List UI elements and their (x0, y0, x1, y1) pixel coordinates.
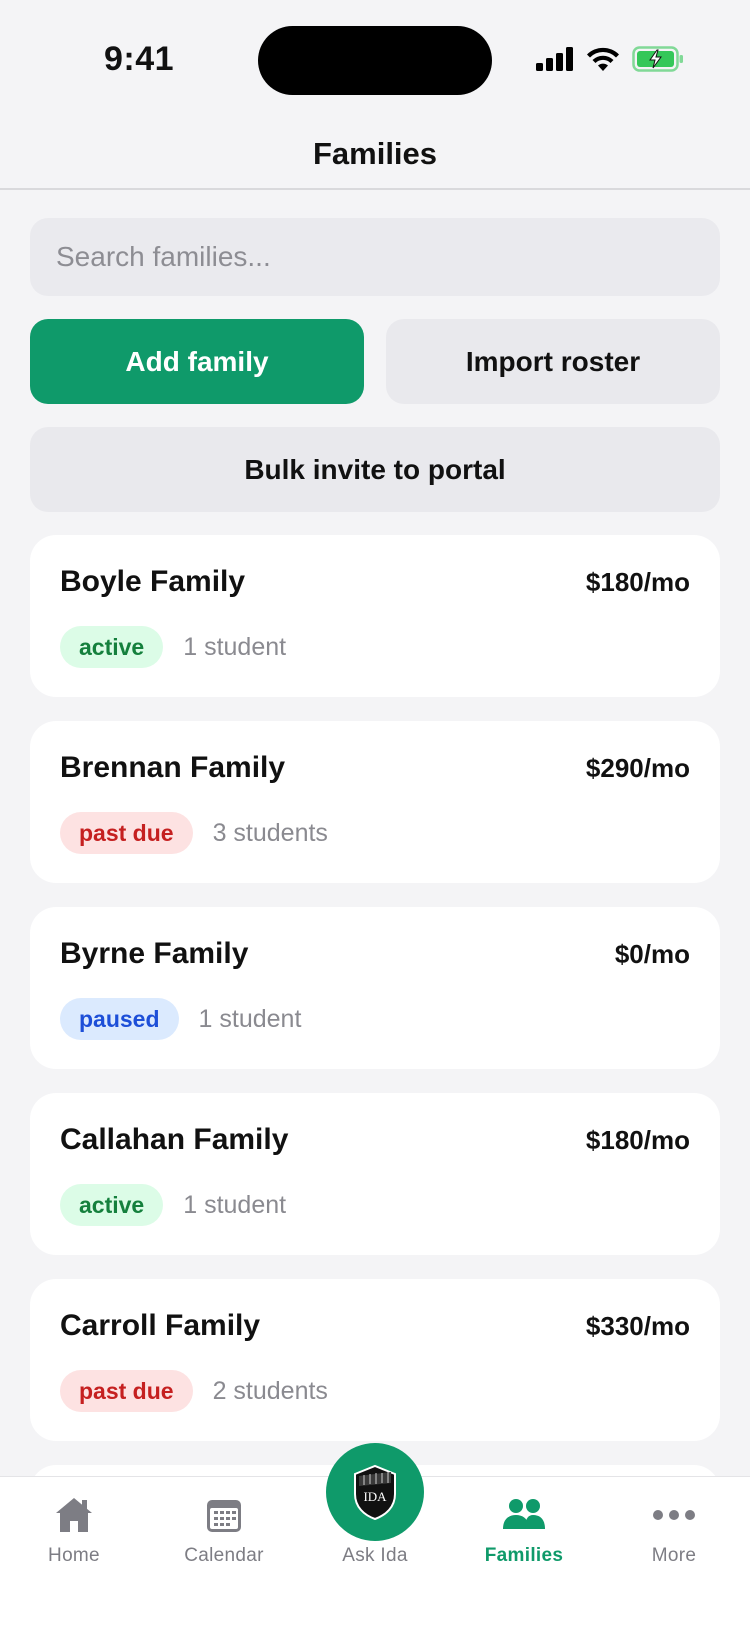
tab-families[interactable]: Families (464, 1493, 584, 1567)
family-price: $290/mo (585, 753, 690, 783)
status-badge: paused (60, 998, 179, 1040)
family-card[interactable]: Carroll Family $330/mo past due 2 studen… (30, 1279, 720, 1441)
student-count: 1 student (183, 632, 287, 661)
tab-label: Home (48, 1545, 100, 1566)
tab-label: More (651, 1545, 697, 1566)
student-count: 3 students (212, 818, 328, 847)
people-icon (503, 1499, 545, 1529)
bulk-invite-button[interactable]: Bulk invite to portal (30, 427, 720, 512)
cellular-signal-icon (536, 47, 573, 71)
search-input[interactable] (30, 218, 720, 296)
family-card[interactable]: Byrne Family $0/mo paused 1 student (30, 907, 720, 1069)
status-icons (536, 44, 684, 74)
tab-more[interactable]: More (614, 1493, 734, 1567)
tab-calendar[interactable]: Calendar (164, 1493, 284, 1567)
family-meta: past due 3 students (60, 812, 328, 854)
families-screen: 9:41 Families Search families... Add fam… (0, 0, 750, 1630)
ida-shield-logo: IDA (354, 1464, 396, 1520)
family-price: $180/mo (585, 1125, 690, 1155)
status-badge: active (60, 626, 164, 668)
tab-label: Calendar (184, 1545, 264, 1566)
dynamic-island (258, 26, 492, 95)
home-icon (56, 1498, 92, 1532)
family-meta: active 1 student (60, 1184, 286, 1226)
tab-ask-ida-label: Ask Ida (342, 1545, 408, 1566)
status-badge: past due (60, 1370, 193, 1412)
family-card[interactable]: Callahan Family $180/mo active 1 student (30, 1093, 720, 1255)
family-card[interactable]: Brennan Family $290/mo past due 3 studen… (30, 721, 720, 883)
ask-ida-button[interactable]: IDA (326, 1443, 424, 1541)
more-icon (653, 1510, 695, 1520)
status-badge: active (60, 1184, 164, 1226)
tab-home[interactable]: Home (14, 1493, 134, 1567)
student-count: 2 students (212, 1376, 328, 1405)
battery-charging-icon (632, 46, 683, 72)
status-time: 9:41 (104, 40, 175, 78)
student-count: 1 student (183, 1190, 287, 1219)
import-roster-button[interactable]: Import roster (386, 319, 720, 404)
family-name: Brennan Family (60, 751, 286, 784)
family-price: $0/mo (614, 939, 690, 969)
status-badge: past due (60, 812, 193, 854)
family-meta: past due 2 students (60, 1370, 328, 1412)
calendar-icon (207, 1500, 241, 1532)
family-meta: paused 1 student (60, 998, 301, 1040)
family-name: Boyle Family (60, 565, 246, 598)
status-bar: 9:41 (0, 0, 750, 120)
family-meta: active 1 student (60, 626, 286, 668)
family-name: Byrne Family (60, 937, 249, 970)
family-card[interactable]: Boyle Family $180/mo active 1 student (30, 535, 720, 697)
family-name: Callahan Family (60, 1123, 289, 1156)
navigation-bar: Families (0, 120, 750, 190)
family-name: Carroll Family (60, 1309, 261, 1342)
family-price: $330/mo (585, 1311, 690, 1341)
student-count: 1 student (198, 1004, 302, 1033)
tab-label: Families (484, 1545, 564, 1566)
family-price: $180/mo (585, 567, 690, 597)
page-title: Families (312, 136, 438, 171)
ida-logo-text: IDA (363, 1489, 387, 1504)
wifi-icon (587, 47, 619, 71)
add-family-button[interactable]: Add family (30, 319, 364, 404)
